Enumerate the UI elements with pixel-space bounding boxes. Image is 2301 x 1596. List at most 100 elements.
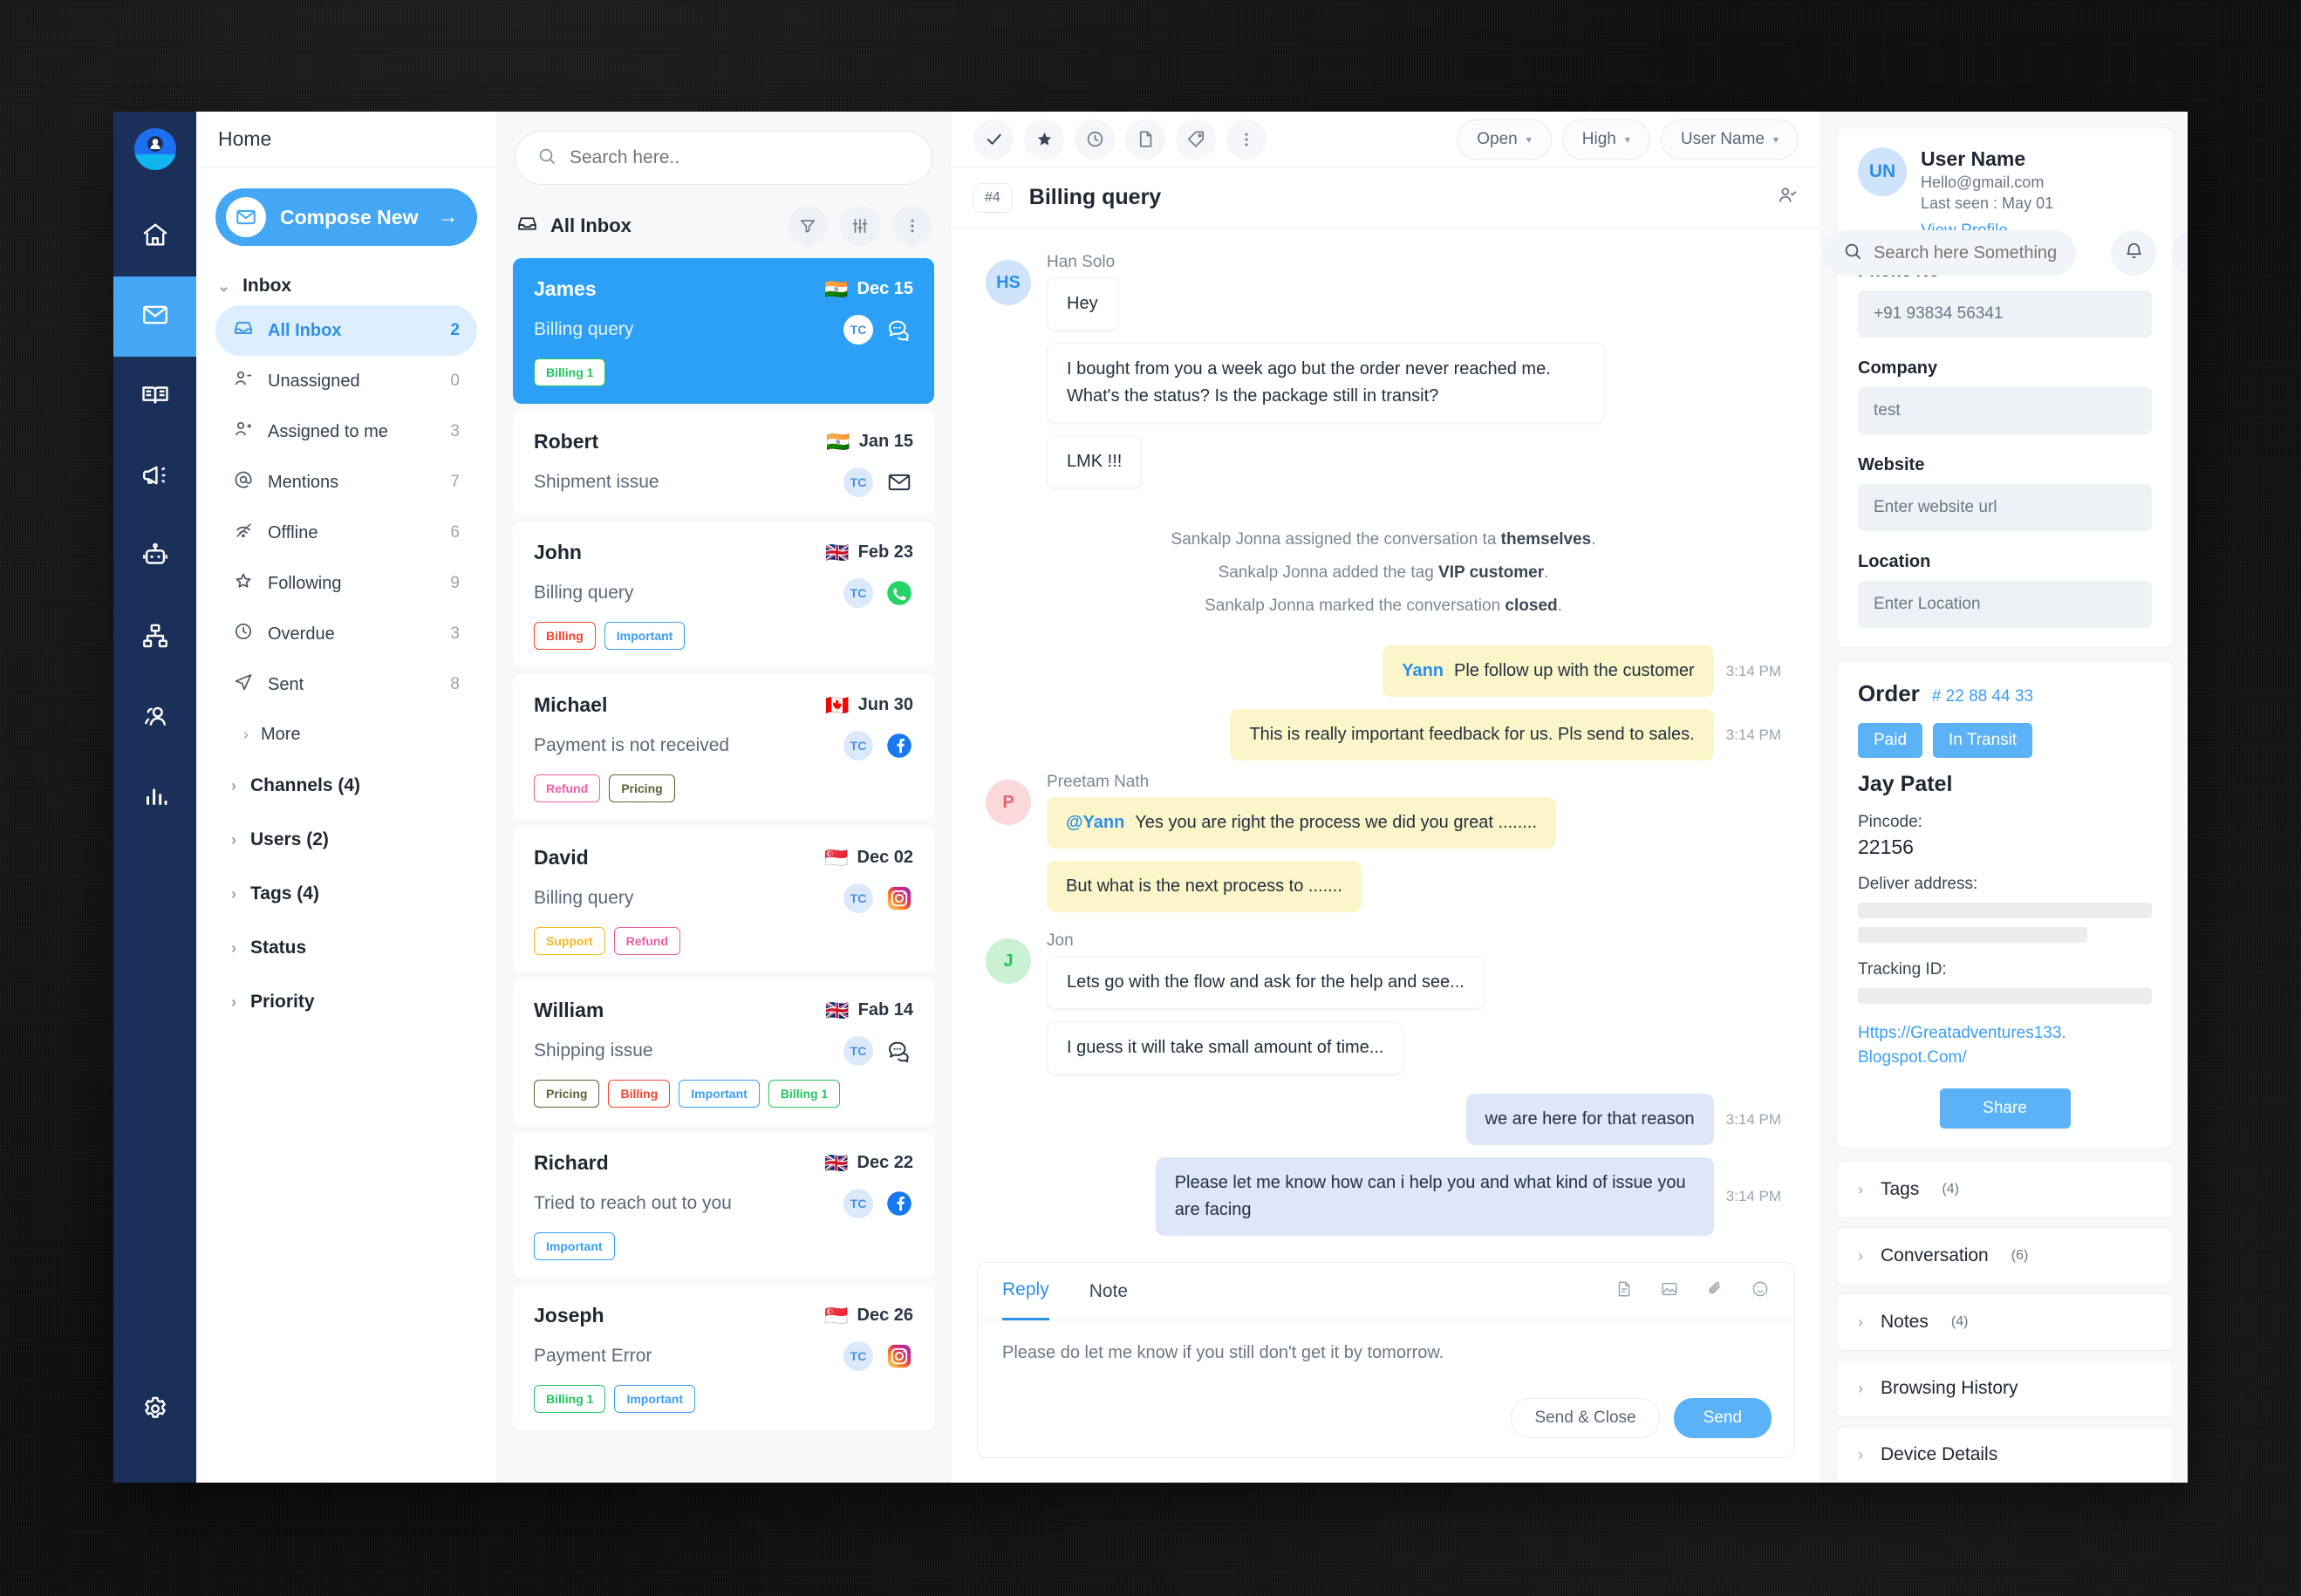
sidebar-item-assigned-to-me[interactable]: Assigned to me 3: [215, 406, 477, 457]
check-icon[interactable]: [973, 119, 1014, 160]
conversation-row[interactable]: John 🇬🇧 Feb 23 Billing query TC Billing I…: [513, 522, 934, 667]
rail-item-knowledge-base[interactable]: [113, 357, 196, 437]
attachment-icon[interactable]: [1705, 1279, 1724, 1303]
conversation-tag[interactable]: Refund: [534, 774, 601, 802]
conversation-tag[interactable]: Pricing: [534, 1080, 600, 1108]
sidebar-item-unassigned[interactable]: Unassigned 0: [215, 356, 477, 406]
conversation-tag[interactable]: Billing 1: [768, 1080, 841, 1108]
reply-textarea[interactable]: Please do let me know if you still don't…: [978, 1320, 1794, 1398]
assignee-dropdown[interactable]: User Name ▾: [1660, 119, 1799, 160]
accordion-browsing-history[interactable]: › Browsing History: [1836, 1360, 2174, 1418]
canned-response-icon[interactable]: [1615, 1279, 1634, 1303]
order-link[interactable]: Https://Greatadventures133. Blogspot.Com…: [1858, 1021, 2152, 1069]
conversation-tag[interactable]: Billing: [608, 1080, 671, 1108]
conversation-row[interactable]: William 🇬🇧 Fab 14 Shipping issue TC Pric…: [513, 979, 934, 1125]
emoji-icon[interactable]: [1751, 1279, 1770, 1303]
bell-icon: [2123, 240, 2145, 266]
conversation-row[interactable]: James 🇮🇳 Dec 15 Billing query TC Billing…: [513, 258, 934, 404]
send-button[interactable]: Send: [1673, 1398, 1772, 1438]
website-field[interactable]: Enter website url: [1858, 484, 2152, 531]
sidebar-category-tags[interactable]: › Tags (4): [215, 867, 477, 921]
order-number[interactable]: # 22 88 44 33: [1932, 687, 2033, 706]
global-search-input[interactable]: [1874, 242, 2057, 263]
app-logo[interactable]: [133, 127, 177, 175]
accordion-tags[interactable]: › Tags (4): [1836, 1161, 2174, 1219]
phone-field[interactable]: +91 93834 56341: [1858, 290, 2152, 338]
facebook-icon: [885, 1190, 913, 1217]
sidebar-item-following[interactable]: Following 9: [215, 558, 477, 609]
accordion-notes[interactable]: › Notes (4): [1836, 1293, 2174, 1352]
order-status-paid[interactable]: Paid: [1858, 723, 1923, 758]
sidebar-item-all-inbox[interactable]: All Inbox 2: [215, 305, 477, 356]
sidebar-category-status[interactable]: › Status: [215, 921, 477, 975]
sliders-icon[interactable]: [840, 206, 880, 246]
conversation-tag[interactable]: Important: [604, 622, 686, 650]
tab-note[interactable]: Note: [1089, 1263, 1128, 1320]
mention-link[interactable]: Yann: [1402, 661, 1444, 680]
notifications-button[interactable]: [2111, 230, 2156, 276]
conversation-tag[interactable]: Billing 1: [534, 358, 606, 386]
conversation-tag[interactable]: Important: [614, 1385, 696, 1413]
accordion-device-details[interactable]: › Device Details: [1836, 1426, 2174, 1483]
image-icon[interactable]: [1660, 1279, 1679, 1303]
more-vertical-icon[interactable]: [1226, 119, 1267, 160]
conversation-tag[interactable]: Billing 1: [534, 1385, 606, 1413]
chevron-down-icon: ▾: [1526, 133, 1532, 146]
conversation-date: Jan 15: [858, 432, 913, 451]
clock-icon[interactable]: [1075, 119, 1115, 160]
global-search[interactable]: [1823, 230, 2076, 276]
conversation-row[interactable]: Joseph 🇸🇬 Dec 26 Payment Error TC Billin…: [513, 1285, 934, 1430]
wifi-off-icon: [233, 520, 254, 546]
conversation-tag[interactable]: Refund: [613, 927, 680, 955]
more-vertical-icon[interactable]: [892, 206, 932, 246]
send-and-close-button[interactable]: Send & Close: [1511, 1398, 1660, 1438]
conversation-tag[interactable]: Important: [679, 1080, 760, 1108]
share-button[interactable]: Share: [1939, 1088, 2071, 1129]
user-check-icon[interactable]: [1776, 184, 1799, 211]
conversation-tag[interactable]: Billing: [534, 622, 596, 650]
star-icon[interactable]: [1024, 119, 1064, 160]
conversation-row[interactable]: Richard 🇬🇧 Dec 22 Tried to reach out to …: [513, 1132, 934, 1278]
conversation-tag[interactable]: Support: [534, 927, 605, 955]
rail-item-settings[interactable]: [113, 1395, 196, 1429]
order-status-in-transit[interactable]: In Transit: [1933, 723, 2033, 758]
conversation-tags: Pricing Billing Important Billing 1: [534, 1080, 913, 1108]
conversation-tag[interactable]: Pricing: [609, 774, 675, 802]
sidebar-category-priority[interactable]: › Priority: [215, 975, 477, 1029]
tab-reply[interactable]: Reply: [1002, 1263, 1049, 1320]
inbox-group-header[interactable]: ⌄ Inbox: [217, 276, 477, 297]
sidebar-item-count: 3: [450, 422, 460, 440]
accordion-conversation[interactable]: › Conversation (6): [1836, 1227, 2174, 1286]
mention-link[interactable]: @Yann: [1066, 813, 1124, 832]
conversation-row[interactable]: Michael 🇨🇦 Jun 30 Payment is not receive…: [513, 674, 934, 820]
rail-item-inbox[interactable]: [113, 276, 196, 357]
filter-icon[interactable]: [788, 206, 828, 246]
conversation-row[interactable]: Robert 🇮🇳 Jan 15 Shipment issue TC: [513, 411, 934, 515]
sidebar-category-users[interactable]: › Users (2): [215, 813, 477, 867]
sidebar-item-mentions[interactable]: Mentions 7: [215, 457, 477, 508]
rail-item-workflows[interactable]: [113, 597, 196, 678]
company-field[interactable]: test: [1858, 387, 2152, 434]
rail-item-home[interactable]: [113, 196, 196, 276]
sidebar-item-more[interactable]: › More: [215, 710, 477, 759]
rail-item-bots[interactable]: [113, 517, 196, 597]
compose-new-button[interactable]: Compose New →: [215, 188, 477, 246]
sidebar-item-sent[interactable]: Sent 8: [215, 659, 477, 710]
search-input[interactable]: [570, 147, 911, 168]
conversation-tag[interactable]: Important: [534, 1232, 615, 1260]
rail-item-contacts[interactable]: [113, 678, 196, 758]
sidebar-category-channels[interactable]: › Channels (4): [215, 759, 477, 813]
sidebar-item-offline[interactable]: Offline 6: [215, 508, 477, 558]
status-dropdown[interactable]: Open ▾: [1457, 119, 1552, 160]
priority-dropdown[interactable]: High ▾: [1561, 119, 1650, 160]
location-field[interactable]: Enter Location: [1858, 581, 2152, 628]
location-label: Location: [1858, 552, 1931, 571]
folder-icon[interactable]: [1125, 119, 1165, 160]
rail-item-campaigns[interactable]: [113, 437, 196, 517]
rail-item-reports[interactable]: [113, 758, 196, 838]
message-bubble: I guess it will take small amount of tim…: [1047, 1021, 1404, 1074]
tag-icon[interactable]: [1176, 119, 1216, 160]
sidebar-item-overdue[interactable]: Overdue 3: [215, 609, 477, 659]
conversation-row[interactable]: David 🇸🇬 Dec 02 Billing query TC Support…: [513, 827, 934, 972]
conversation-search[interactable]: [515, 131, 932, 185]
